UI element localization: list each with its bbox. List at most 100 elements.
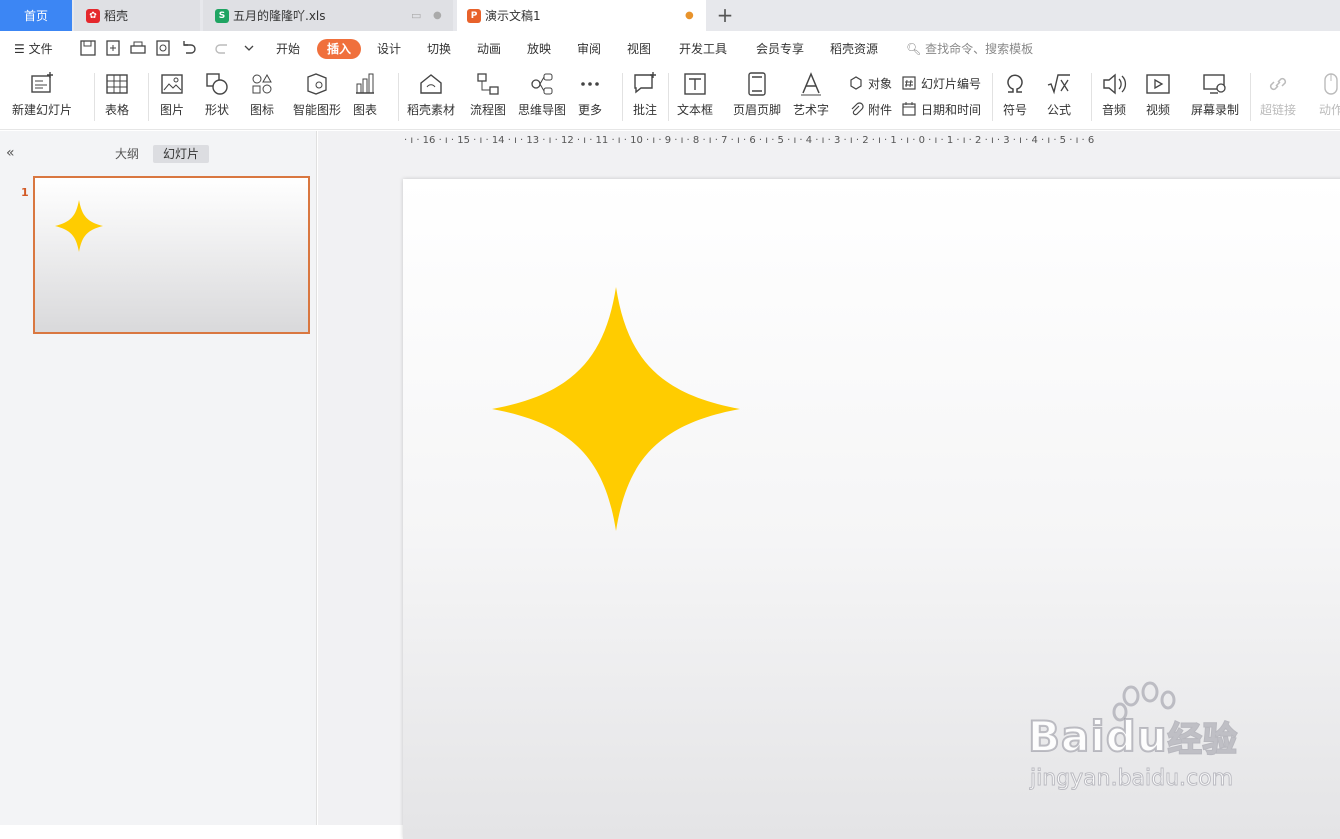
tab-daoke-label: 稻壳 <box>104 9 129 23</box>
display-icon[interactable]: ▭ <box>411 9 421 22</box>
video-button[interactable]: 视频 <box>1145 71 1171 123</box>
screen-record-icon <box>1203 74 1226 94</box>
chart-button[interactable]: 图表 <box>352 71 378 123</box>
smart-art-button[interactable]: 智能图形 <box>293 71 341 123</box>
comment-button[interactable]: 批注 <box>632 71 658 123</box>
file-menu[interactable]: ☰ 文件 <box>14 39 53 59</box>
smart-art-icon <box>307 73 327 95</box>
menu-member[interactable]: 会员专享 <box>756 39 804 59</box>
video-icon <box>1146 74 1170 94</box>
daoke-logo-icon: ✿ <box>86 8 100 23</box>
formula-icon <box>1047 74 1070 95</box>
table-icon <box>106 74 128 94</box>
menu-review[interactable]: 审阅 <box>577 39 601 59</box>
link-icon <box>1269 77 1287 91</box>
menu-developer[interactable]: 开发工具 <box>679 39 727 59</box>
menu-transitions[interactable]: 切换 <box>427 39 451 59</box>
symbol-label: 符号 <box>1002 103 1027 117</box>
attachment-button[interactable]: 附件 <box>848 100 892 118</box>
print-icon[interactable] <box>129 39 147 57</box>
slide-thumbnail[interactable] <box>33 176 310 334</box>
outline-view-tab[interactable]: 大纲 <box>107 145 147 163</box>
customize-quick-access-icon[interactable] <box>240 39 258 57</box>
tab-presentation[interactable]: P 演示文稿1 ● <box>457 0 706 31</box>
menu-insert[interactable]: 插入 <box>317 39 362 59</box>
flowchart-icon <box>477 73 499 95</box>
shape-label: 形状 <box>204 103 229 117</box>
divider <box>94 73 95 121</box>
search-command-box[interactable]: 🔍︎ 查找命令、搜索模板 <box>906 39 1033 59</box>
date-time-button[interactable]: 日期和时间 <box>901 100 981 118</box>
formula-label: 公式 <box>1046 103 1071 117</box>
slides-view-tab[interactable]: 幻灯片 <box>153 145 210 163</box>
more-button[interactable]: 更多 <box>577 71 603 123</box>
divider <box>992 73 993 121</box>
menu-view[interactable]: 视图 <box>627 39 651 59</box>
icon-library-button[interactable]: 图标 <box>249 71 275 123</box>
omega-icon <box>1007 74 1023 93</box>
menu-home[interactable]: 开始 <box>276 39 300 59</box>
tab-spreadsheet-label: 五月的隆隆吖.xls <box>233 9 326 23</box>
wordart-button[interactable]: 艺术字 <box>793 71 829 123</box>
header-footer-icon <box>748 72 766 96</box>
spreadsheet-file-icon: S <box>215 8 229 23</box>
menu-daoke-resources[interactable]: 稻壳资源 <box>830 39 878 59</box>
tab-spreadsheet[interactable]: S 五月的隆隆吖.xls ▭ ● <box>203 0 453 31</box>
screen-record-button[interactable]: 屏幕录制 <box>1191 71 1239 123</box>
shape-button[interactable]: 形状 <box>204 71 230 123</box>
presentation-file-icon: P <box>467 8 481 23</box>
chart-label: 图表 <box>352 103 377 117</box>
action-button[interactable]: 动作 <box>1318 71 1340 123</box>
hyperlink-button[interactable]: 超链接 <box>1260 71 1296 123</box>
picture-button[interactable]: 图片 <box>159 71 185 123</box>
textbox-icon <box>684 73 706 95</box>
menu-slideshow[interactable]: 放映 <box>527 39 551 59</box>
formula-button[interactable]: 公式 <box>1046 71 1072 123</box>
action-label: 动作 <box>1318 103 1340 117</box>
save-icon[interactable] <box>79 39 97 57</box>
tab-daoke[interactable]: ✿ 稻壳 <box>74 0 200 31</box>
daoke-material-button[interactable]: 稻壳素材 <box>407 71 455 123</box>
video-label: 视频 <box>1145 103 1170 117</box>
attachment-label: 附件 <box>868 102 893 117</box>
new-tab-button[interactable]: + <box>714 4 736 26</box>
slide-number-label: 幻灯片编号 <box>921 76 982 91</box>
header-footer-button[interactable]: 页眉页脚 <box>733 71 781 123</box>
export-pdf-icon[interactable] <box>104 39 122 57</box>
divider <box>398 73 399 121</box>
table-button[interactable]: 表格 <box>104 71 130 123</box>
textbox-button[interactable]: 文本框 <box>677 71 713 123</box>
slide-navigation-pane: « 大纲 幻灯片 1 <box>0 131 317 825</box>
object-icon <box>850 76 862 90</box>
screen-record-label: 屏幕录制 <box>1191 103 1240 117</box>
tab-home[interactable]: 首页 <box>0 0 72 31</box>
daoke-material-label: 稻壳素材 <box>407 103 456 117</box>
wordart-label: 艺术字 <box>793 103 830 117</box>
slide-number-button[interactable]: 幻灯片编号 <box>901 74 981 92</box>
menu-animations[interactable]: 动画 <box>477 39 501 59</box>
mind-map-button[interactable]: 思维导图 <box>518 71 566 123</box>
divider <box>1250 73 1251 121</box>
speaker-icon <box>1103 73 1127 95</box>
audio-button[interactable]: 音频 <box>1101 71 1127 123</box>
unsaved-dot-icon: ● <box>685 10 694 21</box>
flowchart-label: 流程图 <box>470 103 507 117</box>
watermark-brand-text: Bai <box>1027 711 1106 762</box>
new-slide-button[interactable]: 新建幻灯片 <box>12 71 72 123</box>
mouse-icon <box>1324 73 1338 95</box>
redo-icon[interactable] <box>214 39 232 57</box>
object-button[interactable]: 对象 <box>848 74 892 92</box>
menu-design[interactable]: 设计 <box>377 39 401 59</box>
mind-map-icon <box>531 73 553 95</box>
collapse-pane-icon[interactable]: « <box>6 145 15 161</box>
horizontal-ruler: · ı · 16 · ı · 15 · ı · 14 · ı · 13 · ı … <box>404 135 1095 146</box>
more-label: 更多 <box>577 103 602 117</box>
hamburger-icon: ☰ <box>14 42 25 56</box>
print-preview-icon[interactable] <box>154 39 172 57</box>
undo-icon[interactable] <box>179 39 197 57</box>
flowchart-button[interactable]: 流程图 <box>470 71 506 123</box>
symbol-button[interactable]: 符号 <box>1002 71 1028 123</box>
slide-number-icon <box>902 76 916 90</box>
divider <box>622 73 623 121</box>
date-time-label: 日期和时间 <box>921 102 982 117</box>
